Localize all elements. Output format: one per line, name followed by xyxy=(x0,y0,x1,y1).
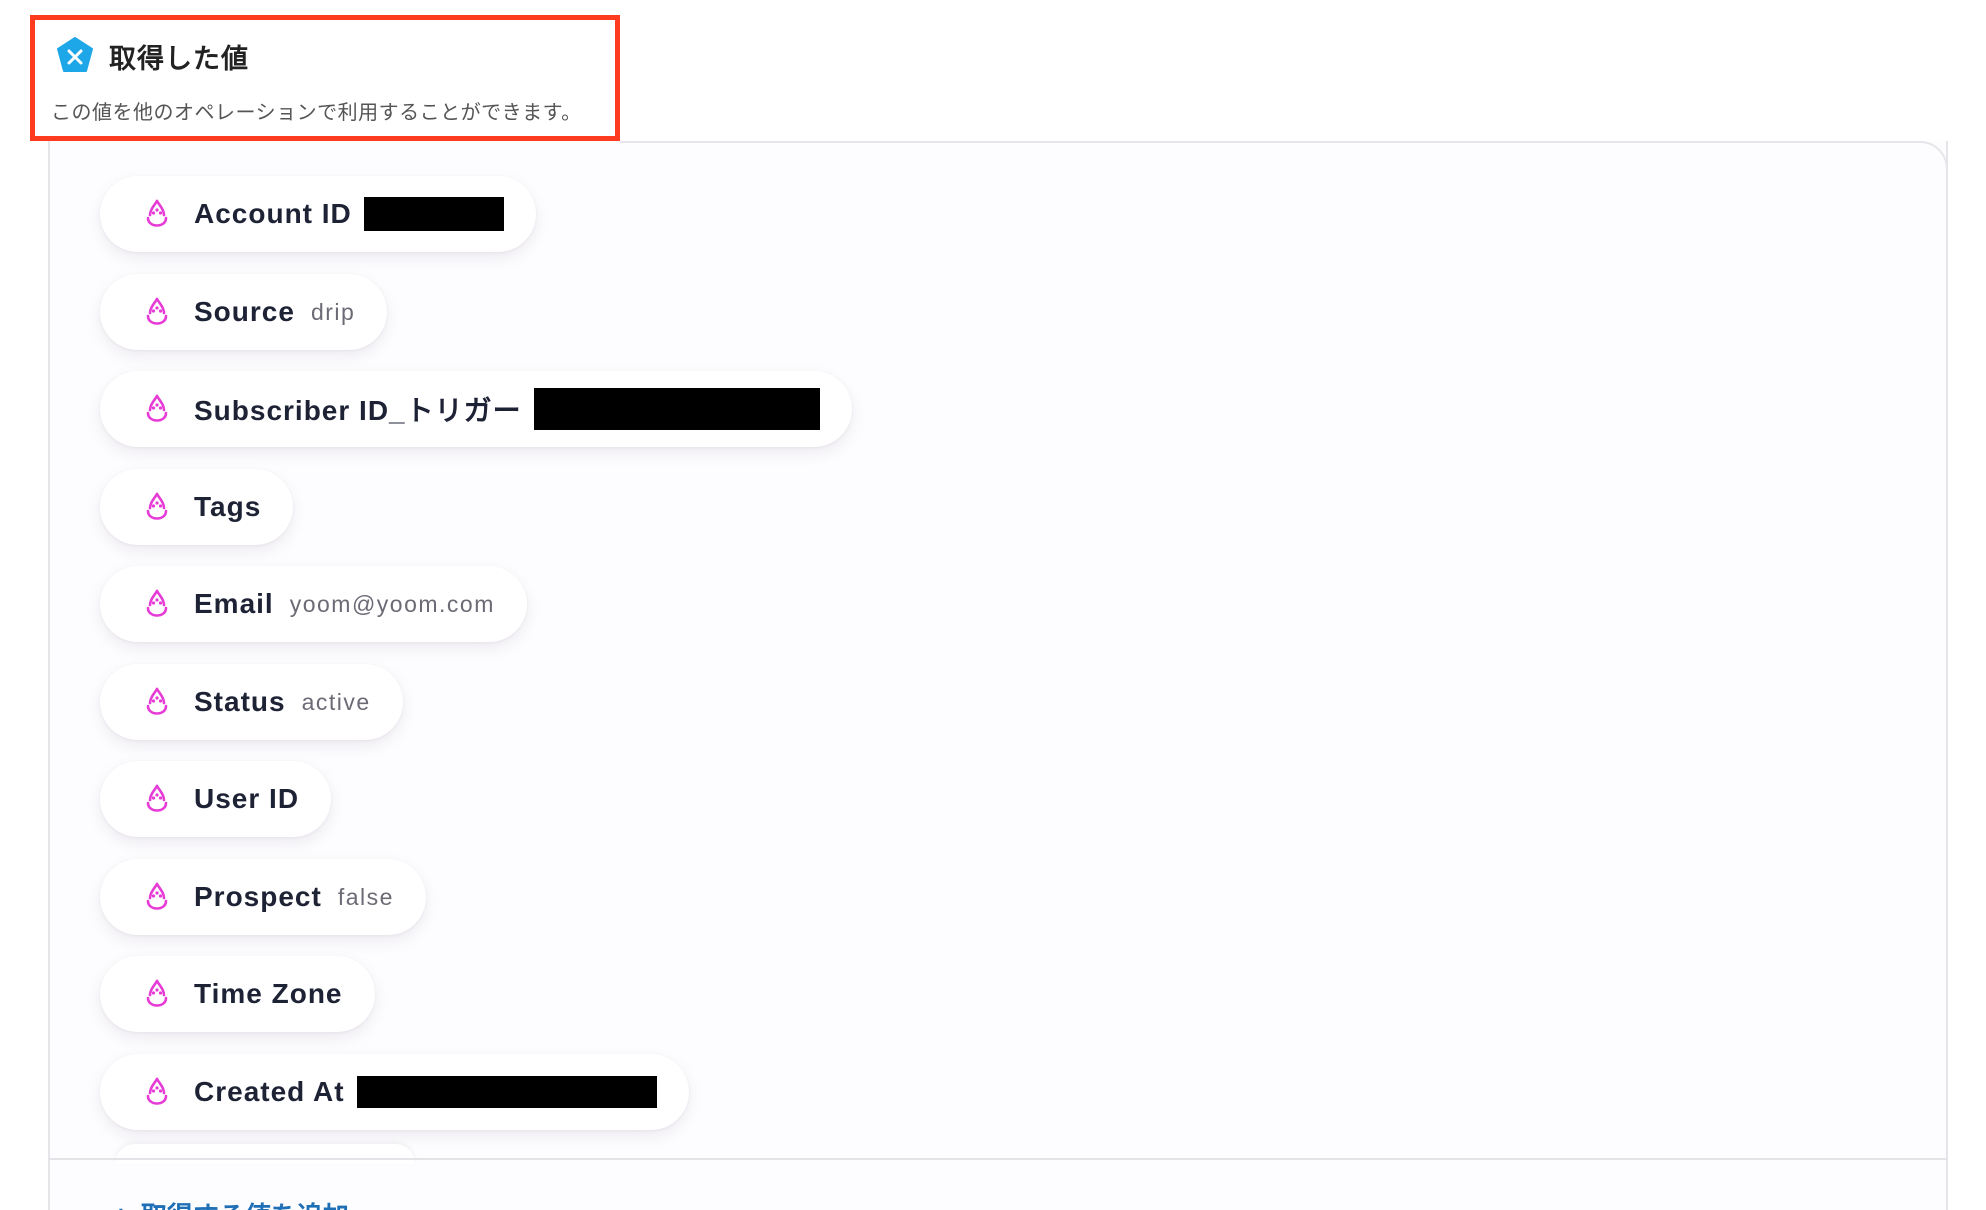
drip-icon xyxy=(144,296,170,328)
add-value-link[interactable]: + 取得する値を追加 xyxy=(110,1196,349,1210)
drip-icon xyxy=(144,1076,170,1108)
field-label: Status xyxy=(194,686,286,717)
drip-icon xyxy=(144,393,170,425)
page-title: 取得した値 xyxy=(109,43,249,75)
list-item[interactable]: Subscriber ID_トリガー xyxy=(100,371,852,447)
drip-icon xyxy=(144,588,170,620)
list-item-partial xyxy=(115,1144,415,1164)
x-variable-icon xyxy=(55,36,95,76)
field-label: Subscriber ID_トリガー xyxy=(194,395,522,426)
header-highlight: 取得した値 この値を他のオペレーションで利用することができます。 xyxy=(30,15,620,141)
list-item[interactable]: Account ID xyxy=(100,176,536,252)
drip-icon xyxy=(144,491,170,523)
list-item[interactable]: Created At xyxy=(100,1054,689,1130)
field-label: Prospect xyxy=(194,881,322,912)
drip-icon xyxy=(144,978,170,1010)
field-value: false xyxy=(337,883,394,910)
page-description: この値を他のオペレーションで利用することができます。 xyxy=(51,100,582,124)
field-value: drip xyxy=(310,298,356,325)
header-title-row: 取得した値 xyxy=(55,36,249,76)
drip-icon xyxy=(144,783,170,815)
field-label: User ID xyxy=(194,783,300,814)
field-label: Created At xyxy=(194,1076,345,1107)
list-item[interactable]: Prospect false xyxy=(100,859,426,935)
stage: 取得した値 この値を他のオペレーションで利用することができます。 Account… xyxy=(0,0,1986,1210)
panel-divider xyxy=(48,1158,1948,1160)
list-item[interactable]: User ID xyxy=(100,761,332,837)
field-label: Source xyxy=(194,296,295,327)
field-label: Tags xyxy=(194,491,262,522)
list-item[interactable]: Source drip xyxy=(100,274,388,350)
field-label: Time Zone xyxy=(194,978,343,1009)
field-label: Email xyxy=(194,588,274,619)
list-item[interactable]: Email yoom@yoom.com xyxy=(100,566,527,642)
redacted-value xyxy=(363,197,504,231)
drip-icon xyxy=(144,198,170,230)
list-item[interactable]: Status active xyxy=(100,664,403,740)
list-item[interactable]: Tags xyxy=(100,469,294,545)
field-value: yoom@yoom.com xyxy=(289,590,495,617)
drip-icon xyxy=(144,881,170,913)
drip-icon xyxy=(144,686,170,718)
field-value: active xyxy=(301,688,371,715)
panel-border xyxy=(620,141,1948,181)
redacted-value xyxy=(533,388,820,430)
field-label: Account ID xyxy=(194,198,352,229)
list-item[interactable]: Time Zone xyxy=(100,956,375,1032)
redacted-value xyxy=(356,1076,657,1108)
